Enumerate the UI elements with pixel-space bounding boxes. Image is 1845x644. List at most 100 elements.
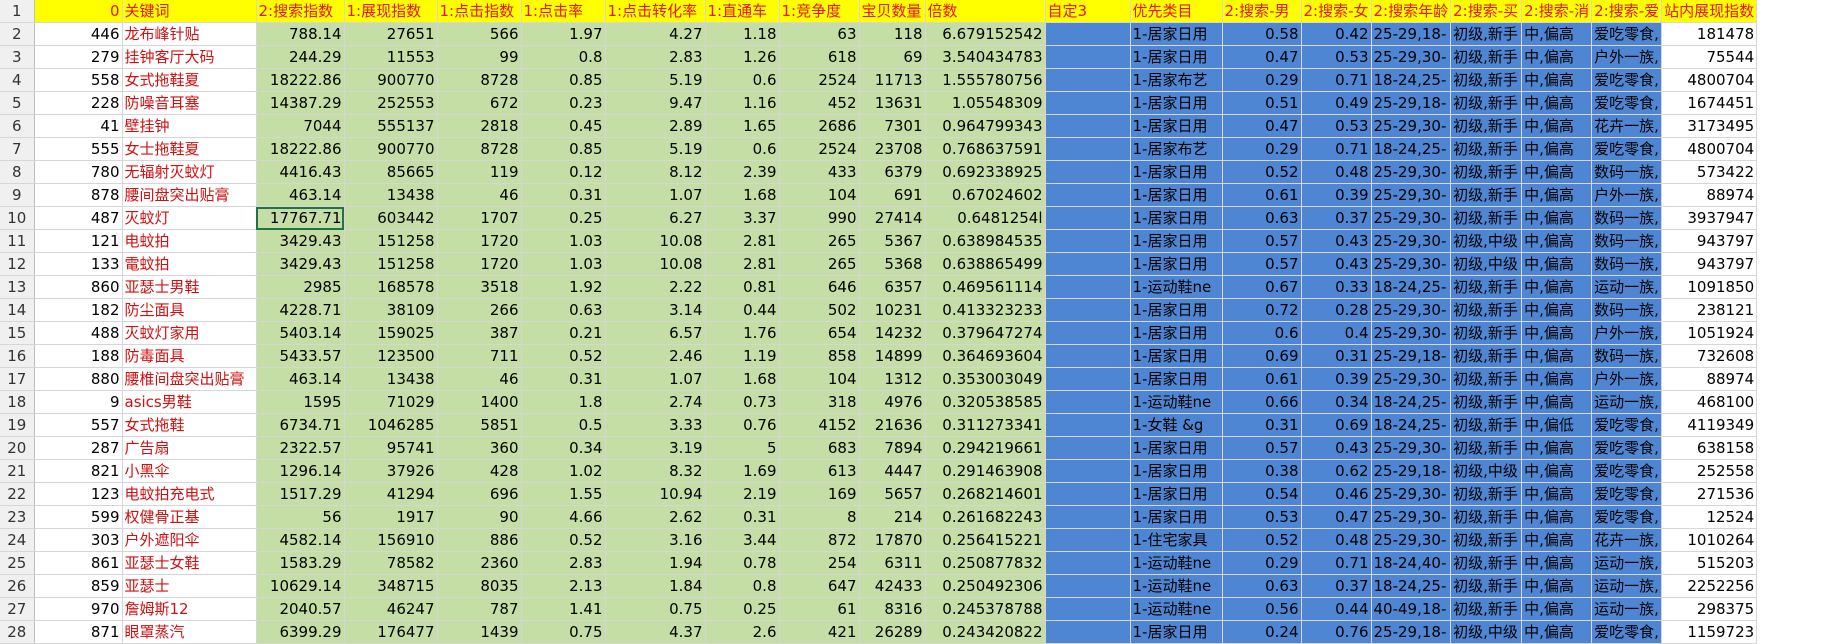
- table-cell[interactable]: 1.26: [705, 45, 780, 69]
- table-cell[interactable]: [1045, 620, 1131, 644]
- table-cell[interactable]: 880: [34, 367, 123, 391]
- column-header[interactable]: 1:点击指数: [437, 0, 522, 23]
- table-cell[interactable]: 10.94: [605, 482, 706, 506]
- table-cell[interactable]: 787: [437, 597, 522, 621]
- table-cell[interactable]: 0.62: [1301, 459, 1372, 483]
- table-cell[interactable]: 1.07: [605, 183, 706, 207]
- table-cell[interactable]: 13438: [344, 367, 438, 391]
- table-cell[interactable]: 502: [779, 298, 860, 322]
- table-cell[interactable]: 14387.29: [256, 91, 345, 115]
- table-cell[interactable]: [1045, 321, 1131, 345]
- table-cell[interactable]: 中,偏高: [1521, 574, 1593, 598]
- table-cell[interactable]: 75544: [1661, 45, 1758, 69]
- table-cell[interactable]: 41294: [344, 482, 438, 506]
- column-header[interactable]: 关键词: [122, 0, 257, 23]
- table-cell[interactable]: 118: [859, 22, 926, 46]
- column-header[interactable]: 自定3: [1045, 0, 1131, 23]
- table-cell[interactable]: 0.52: [1222, 160, 1302, 184]
- table-cell[interactable]: [1045, 206, 1131, 230]
- row-number[interactable]: 8: [0, 160, 35, 184]
- table-cell[interactable]: 初级,新手: [1450, 45, 1523, 69]
- table-cell[interactable]: 爱吃零食,: [1591, 68, 1663, 92]
- row-number[interactable]: 15: [0, 321, 35, 345]
- table-cell[interactable]: 1-住宅家具: [1130, 528, 1223, 552]
- table-cell[interactable]: 1.92: [521, 275, 606, 299]
- table-cell[interactable]: 初级,新手: [1450, 298, 1523, 322]
- table-cell[interactable]: 0.43: [1301, 252, 1372, 276]
- table-cell[interactable]: 780: [34, 160, 123, 184]
- table-cell[interactable]: 4416.43: [256, 160, 345, 184]
- table-cell[interactable]: 0.57: [1222, 252, 1302, 276]
- table-cell[interactable]: 25-29,18-: [1371, 22, 1452, 46]
- table-cell[interactable]: 18222.86: [256, 137, 345, 161]
- table-cell[interactable]: 133: [34, 252, 123, 276]
- table-cell[interactable]: 1010264: [1661, 528, 1758, 552]
- table-cell[interactable]: 618: [779, 45, 860, 69]
- table-cell[interactable]: 1.84: [605, 574, 706, 598]
- table-cell[interactable]: 1439: [437, 620, 522, 644]
- table-cell[interactable]: 4152: [779, 413, 860, 437]
- table-cell[interactable]: 858: [779, 344, 860, 368]
- table-cell[interactable]: 1.8: [521, 390, 606, 414]
- table-cell[interactable]: 初级,中级: [1450, 620, 1523, 644]
- table-cell[interactable]: 0.47: [1222, 114, 1302, 138]
- table-cell[interactable]: 27651: [344, 22, 438, 46]
- table-cell[interactable]: 0.53: [1222, 505, 1302, 529]
- table-cell[interactable]: 中,偏高: [1521, 275, 1593, 299]
- table-cell[interactable]: 初级,新手: [1450, 528, 1523, 552]
- table-cell[interactable]: 6357: [859, 275, 926, 299]
- table-cell[interactable]: 121: [34, 229, 123, 253]
- table-cell[interactable]: 1674451: [1661, 91, 1758, 115]
- table-cell[interactable]: 8728: [437, 137, 522, 161]
- table-cell[interactable]: 8.12: [605, 160, 706, 184]
- table-cell[interactable]: 387: [437, 321, 522, 345]
- table-cell[interactable]: 1400: [437, 390, 522, 414]
- table-cell[interactable]: 6399.29: [256, 620, 345, 644]
- table-cell[interactable]: 463.14: [256, 183, 345, 207]
- table-cell[interactable]: 4447: [859, 459, 926, 483]
- table-cell[interactable]: 10231: [859, 298, 926, 322]
- table-cell[interactable]: 0.47: [1301, 505, 1372, 529]
- table-cell[interactable]: 亚瑟士女鞋: [122, 551, 257, 575]
- table-cell[interactable]: 3173495: [1661, 114, 1758, 138]
- table-cell[interactable]: 41: [34, 114, 123, 138]
- table-cell[interactable]: 265: [779, 252, 860, 276]
- table-cell[interactable]: 17870: [859, 528, 926, 552]
- table-cell[interactable]: 3518: [437, 275, 522, 299]
- table-cell[interactable]: 灭蚊灯家用: [122, 321, 257, 345]
- table-cell[interactable]: 8: [779, 505, 860, 529]
- table-cell[interactable]: 0.8: [705, 574, 780, 598]
- table-cell[interactable]: 运动一族,: [1591, 551, 1663, 575]
- table-cell[interactable]: 初级,新手: [1450, 91, 1523, 115]
- table-cell[interactable]: 2.83: [605, 45, 706, 69]
- row-number[interactable]: 19: [0, 413, 35, 437]
- table-cell[interactable]: 1-居家日用: [1130, 298, 1223, 322]
- table-cell[interactable]: 46: [437, 367, 522, 391]
- row-number[interactable]: 1: [0, 0, 35, 23]
- table-cell[interactable]: [1045, 597, 1131, 621]
- table-cell[interactable]: 0.76: [705, 413, 780, 437]
- table-cell[interactable]: [1045, 91, 1131, 115]
- table-cell[interactable]: 18-24,40-: [1371, 551, 1452, 575]
- table-cell[interactable]: 711: [437, 344, 522, 368]
- table-cell[interactable]: [1045, 229, 1131, 253]
- table-cell[interactable]: 0.250877832: [925, 551, 1046, 575]
- table-cell[interactable]: 2252256: [1661, 574, 1758, 598]
- table-cell[interactable]: 0.964799343: [925, 114, 1046, 138]
- table-cell[interactable]: 3.16: [605, 528, 706, 552]
- table-cell[interactable]: 数码一族,: [1591, 229, 1663, 253]
- table-cell[interactable]: 303: [34, 528, 123, 552]
- table-cell[interactable]: 859: [34, 574, 123, 598]
- table-cell[interactable]: 0.31: [521, 183, 606, 207]
- table-cell[interactable]: [1045, 137, 1131, 161]
- table-cell[interactable]: 4976: [859, 390, 926, 414]
- table-cell[interactable]: 46: [437, 183, 522, 207]
- table-cell[interactable]: 0.353003049: [925, 367, 1046, 391]
- row-number[interactable]: 20: [0, 436, 35, 460]
- table-cell[interactable]: 266: [437, 298, 522, 322]
- table-cell[interactable]: 0.34: [521, 436, 606, 460]
- table-cell[interactable]: 0.692338925: [925, 160, 1046, 184]
- table-cell[interactable]: 挂钟客厅大码: [122, 45, 257, 69]
- table-cell[interactable]: [1045, 413, 1131, 437]
- table-cell[interactable]: 2.13: [521, 574, 606, 598]
